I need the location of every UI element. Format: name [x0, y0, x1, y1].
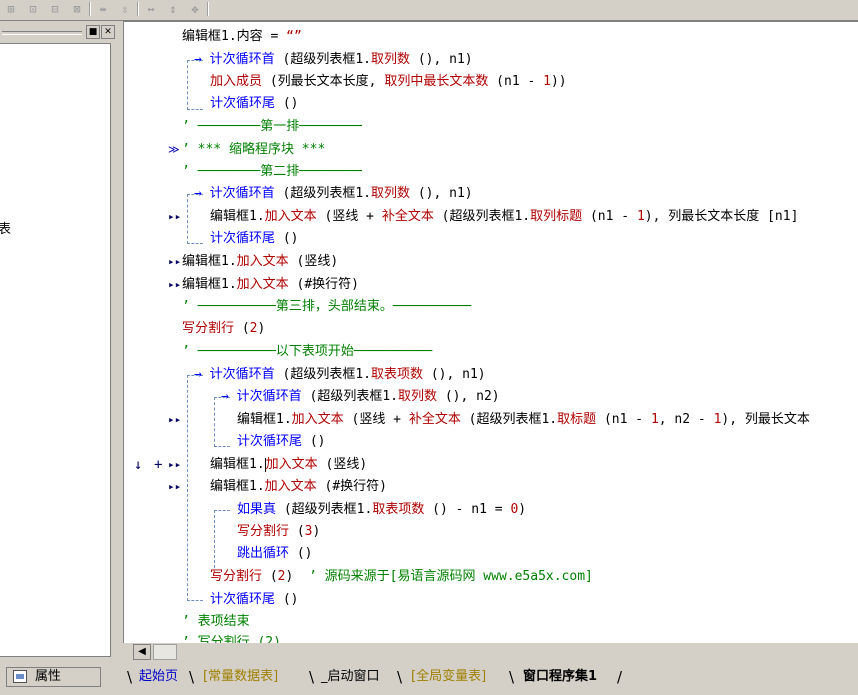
code-lines[interactable]: 编辑框1.内容 = “” → 计次循环首 (超级列表框1.取列数 (), n1)…	[124, 22, 858, 644]
left-dock-panel: ■ ✕ 表	[0, 21, 118, 661]
code-line[interactable]: 计次循环尾 ()	[237, 431, 326, 453]
toolbar-separator	[137, 2, 139, 16]
size-both-icon[interactable]: ✥	[186, 1, 204, 17]
layout-toolbar: ⊞ ⊡ ⊟ ⊠ ⇹ ⇳ ↔ ↕ ✥	[0, 0, 858, 21]
code-comment[interactable]: ’ ──────────以下表项开始──────────	[182, 341, 432, 363]
code-line[interactable]: → 计次循环首 (超级列表框1.取列数 (), n1)	[194, 49, 473, 71]
tab-separator: \	[509, 668, 515, 686]
code-line[interactable]: → 计次循环首 (超级列表框1.取列数 (), n2)	[221, 386, 500, 408]
panel-title-bar: ■ ✕	[0, 25, 116, 39]
code-comment[interactable]: ’ 表项结束	[182, 611, 250, 633]
code-comment[interactable]: ’ ────────第一排────────	[182, 116, 362, 138]
property-tab[interactable]: 属性	[6, 667, 101, 687]
code-line[interactable]: 写分割行 (2) ’ 源码来源于[易语言源码网 www.e5a5x.com]	[210, 566, 593, 588]
code-line[interactable]: → 计次循环首 (超级列表框1.取列数 (), n1)	[194, 183, 473, 205]
property-tab-label: 属性	[35, 669, 62, 684]
toolbar-separator	[207, 2, 209, 16]
panel-content: 表	[0, 43, 111, 657]
exec-marker-icon[interactable]: ▸▸	[168, 454, 181, 476]
tab-startup-window[interactable]: _启动窗口	[321, 667, 380, 687]
horizontal-scrollbar[interactable]: ◀	[123, 643, 858, 661]
tab-separator: \	[189, 668, 195, 686]
scroll-thumb[interactable]	[153, 644, 177, 660]
fold-marker-icon[interactable]: ≫	[168, 139, 180, 161]
code-comment[interactable]: ’ ──────────第三排，头部结束。──────────	[182, 296, 471, 318]
code-comment[interactable]: ’ *** 缩略程序块 ***	[182, 139, 325, 161]
current-line-arrow-icon[interactable]: ↓	[134, 454, 142, 476]
scroll-left-icon[interactable]: ◀	[133, 644, 151, 660]
code-line[interactable]: 计次循环尾 ()	[210, 589, 299, 611]
space-horizontal-icon[interactable]: ⇹	[94, 1, 112, 17]
height-icon[interactable]: ↕	[164, 1, 182, 17]
exec-marker-icon[interactable]: ▸▸	[168, 409, 181, 431]
align-grid-icon[interactable]: ⊞	[2, 1, 20, 17]
code-line[interactable]: 编辑框1.加入文本 (竖线)	[182, 251, 338, 273]
code-line[interactable]: 编辑框1.内容 = “”	[182, 26, 302, 48]
exec-marker-icon[interactable]: ▸▸	[168, 206, 181, 228]
exec-marker-icon[interactable]: ▸▸	[168, 476, 181, 498]
code-line[interactable]: → 计次循环首 (超级列表框1.取表项数 (), n1)	[194, 364, 486, 386]
breakpoint-plus-icon[interactable]: +	[154, 454, 162, 476]
tab-window-assembly[interactable]: 窗口程序集1	[523, 667, 597, 687]
code-comment[interactable]: ’ ────────第二排────────	[182, 161, 362, 183]
code-line[interactable]: 编辑框1.加入文本 (#换行符)	[182, 274, 359, 296]
code-line[interactable]: 写分割行 (3)	[237, 521, 320, 543]
code-line[interactable]: 写分割行 (2)	[182, 318, 265, 340]
tab-separator: \	[309, 668, 315, 686]
tab-separator: \	[127, 668, 133, 686]
tab-constant-table[interactable]: [常量数据表]	[203, 667, 278, 687]
panel-restore-icon[interactable]: ■	[86, 25, 100, 39]
code-editor[interactable]: 编辑框1.内容 = “” → 计次循环首 (超级列表框1.取列数 (), n1)…	[123, 21, 858, 644]
width-icon[interactable]: ↔	[142, 1, 160, 17]
property-icon	[13, 670, 27, 683]
toolbar-separator	[89, 2, 91, 16]
tab-separator: \	[397, 668, 403, 686]
code-line[interactable]: 跳出循环 ()	[237, 543, 313, 565]
code-line[interactable]: 如果真 (超级列表框1.取表项数 () - n1 = 0)	[237, 499, 526, 521]
code-line[interactable]: 编辑框1.加入文本 (竖线 + 补全文本 (超级列表框1.取列标题 (n1 - …	[210, 206, 798, 228]
tab-separator: /	[617, 668, 623, 686]
align-middle-icon[interactable]: ⊟	[46, 1, 64, 17]
panel-grip[interactable]	[2, 31, 82, 35]
panel-text-fragment: 表	[0, 222, 12, 237]
code-line[interactable]: 计次循环尾 ()	[210, 93, 299, 115]
tab-start-page[interactable]: 起始页	[139, 667, 178, 687]
code-line[interactable]: 加入成员 (列最长文本长度, 取列中最长文本数 (n1 - 1))	[210, 71, 567, 93]
code-line[interactable]: 编辑框1.加入文本 (竖线 + 补全文本 (超级列表框1.取标题 (n1 - 1…	[237, 409, 810, 431]
align-top-icon[interactable]: ⊡	[24, 1, 42, 17]
code-line[interactable]: 计次循环尾 ()	[210, 228, 299, 250]
code-line[interactable]: 编辑框1.加入文本 (#换行符)	[210, 476, 387, 498]
panel-close-icon[interactable]: ✕	[101, 25, 115, 39]
code-line-current[interactable]: 编辑框1.加入文本 (竖线)	[210, 454, 367, 476]
editor-tab-bar: \ 起始页 \ [常量数据表] \ _启动窗口 \ [全局变量表] \ 窗口程序…	[123, 667, 858, 695]
tab-global-variables[interactable]: [全局变量表]	[411, 667, 486, 687]
exec-marker-icon[interactable]: ▸▸	[168, 274, 181, 296]
space-vertical-icon[interactable]: ⇳	[116, 1, 134, 17]
align-bottom-icon[interactable]: ⊠	[68, 1, 86, 17]
exec-marker-icon[interactable]: ▸▸	[168, 251, 181, 273]
